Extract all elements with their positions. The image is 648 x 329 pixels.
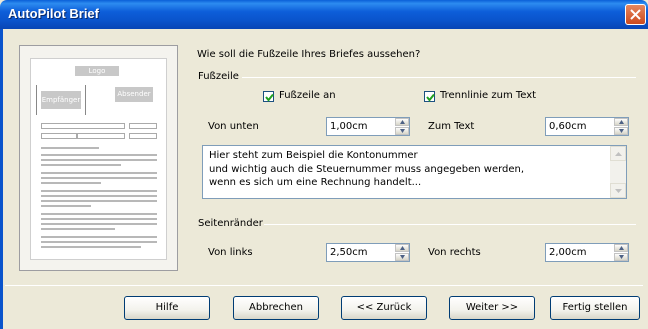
spin-down-button[interactable] [395, 253, 409, 261]
footer-text-area[interactable]: Hier steht zum Beispiel die Kontonummer … [202, 145, 627, 199]
spin-down-button[interactable] [395, 127, 409, 135]
footer-on-checkbox[interactable] [263, 91, 274, 102]
margins-group-label: Seitenränder [198, 218, 263, 229]
checkmark-icon [426, 93, 435, 102]
footer-on-label: Fußzeile an [279, 90, 336, 101]
footer-group-label: Fußzeile [198, 71, 239, 82]
button-divider [5, 285, 643, 286]
next-button[interactable]: Weiter >> [449, 296, 535, 320]
from-bottom-label: Von unten [208, 121, 259, 132]
to-text-label: Zum Text [428, 121, 475, 132]
to-text-value: 0,60cm [549, 121, 587, 132]
preview-text-line [41, 236, 157, 238]
preview-text-line [41, 213, 157, 215]
checkmark-icon [265, 93, 274, 102]
arrow-down-icon [400, 129, 405, 133]
preview-text-line [41, 164, 121, 166]
preview-text-line [41, 218, 157, 220]
preview-sender: Absender [115, 87, 153, 102]
title-bar: AutoPilot Brief [0, 0, 648, 29]
separator-line-checkbox[interactable] [424, 91, 435, 102]
vertical-scrollbar[interactable] [610, 146, 626, 198]
group-separator [242, 77, 636, 78]
letter-preview: Logo Empfänger Absender [19, 45, 178, 271]
margin-right-spinner[interactable]: 2,00cm [545, 243, 629, 262]
preview-logo: Logo [75, 66, 119, 76]
group-separator [264, 224, 636, 225]
preview-text-line [41, 159, 157, 161]
arrow-down-icon [615, 189, 622, 193]
preview-field [129, 133, 157, 139]
margin-right-value: 2,00cm [549, 247, 587, 258]
margin-left-label: Von links [208, 247, 253, 258]
preview-recipient: Empfänger [41, 91, 81, 109]
preview-text-line [41, 241, 157, 243]
window-title: AutoPilot Brief [8, 6, 99, 21]
scroll-down-button[interactable] [610, 183, 626, 198]
preview-text-line [41, 205, 91, 207]
preview-text-line [41, 154, 157, 156]
arrow-up-icon [400, 246, 405, 250]
spin-down-button[interactable] [614, 253, 628, 261]
scroll-up-button[interactable] [610, 146, 626, 161]
margin-right-label: Von rechts [428, 247, 481, 258]
arrow-down-icon [619, 255, 624, 259]
question-label: Wie soll die Fußzeile Ihres Briefes auss… [197, 49, 421, 60]
preview-text-line [41, 228, 115, 230]
preview-field [129, 123, 157, 129]
from-bottom-spinner[interactable]: 1,00cm [326, 117, 410, 136]
to-text-spinner[interactable]: 0,60cm [545, 117, 629, 136]
margin-left-value: 2,50cm [330, 247, 368, 258]
footer-text: Hier steht zum Beispiel die Kontonummer … [209, 150, 525, 188]
separator-line-label: Trennlinie zum Text [440, 90, 537, 101]
spin-down-button[interactable] [614, 127, 628, 135]
preview-text-line [41, 200, 157, 202]
arrow-up-icon [619, 120, 624, 124]
preview-text-line [41, 223, 157, 225]
cancel-button[interactable]: Abbrechen [233, 296, 319, 320]
preview-text-line [41, 172, 157, 174]
spin-up-button[interactable] [614, 118, 628, 126]
preview-text-line [41, 246, 141, 248]
help-button[interactable]: Hilfe [124, 296, 210, 320]
preview-text-line [41, 190, 157, 192]
preview-text-line [41, 177, 157, 179]
back-button[interactable]: << Zurück [341, 296, 427, 320]
arrow-down-icon [619, 129, 624, 133]
spin-up-button[interactable] [614, 244, 628, 252]
preview-page: Logo Empfänger Absender [30, 58, 167, 260]
finish-button[interactable]: Fertig stellen [550, 296, 640, 320]
window-border [0, 29, 3, 329]
preview-field [77, 133, 125, 139]
preview-field [41, 123, 125, 129]
spin-up-button[interactable] [395, 244, 409, 252]
close-button[interactable] [625, 4, 646, 25]
arrow-up-icon [615, 152, 622, 156]
margin-left-spinner[interactable]: 2,50cm [326, 243, 410, 262]
arrow-up-icon [400, 120, 405, 124]
preview-field [41, 133, 77, 139]
from-bottom-value: 1,00cm [330, 121, 368, 132]
preview-text-line [41, 182, 101, 184]
arrow-up-icon [619, 246, 624, 250]
close-icon [630, 9, 641, 20]
arrow-down-icon [400, 255, 405, 259]
spin-up-button[interactable] [395, 118, 409, 126]
preview-text-line [41, 195, 157, 197]
preview-text-line [41, 147, 99, 149]
